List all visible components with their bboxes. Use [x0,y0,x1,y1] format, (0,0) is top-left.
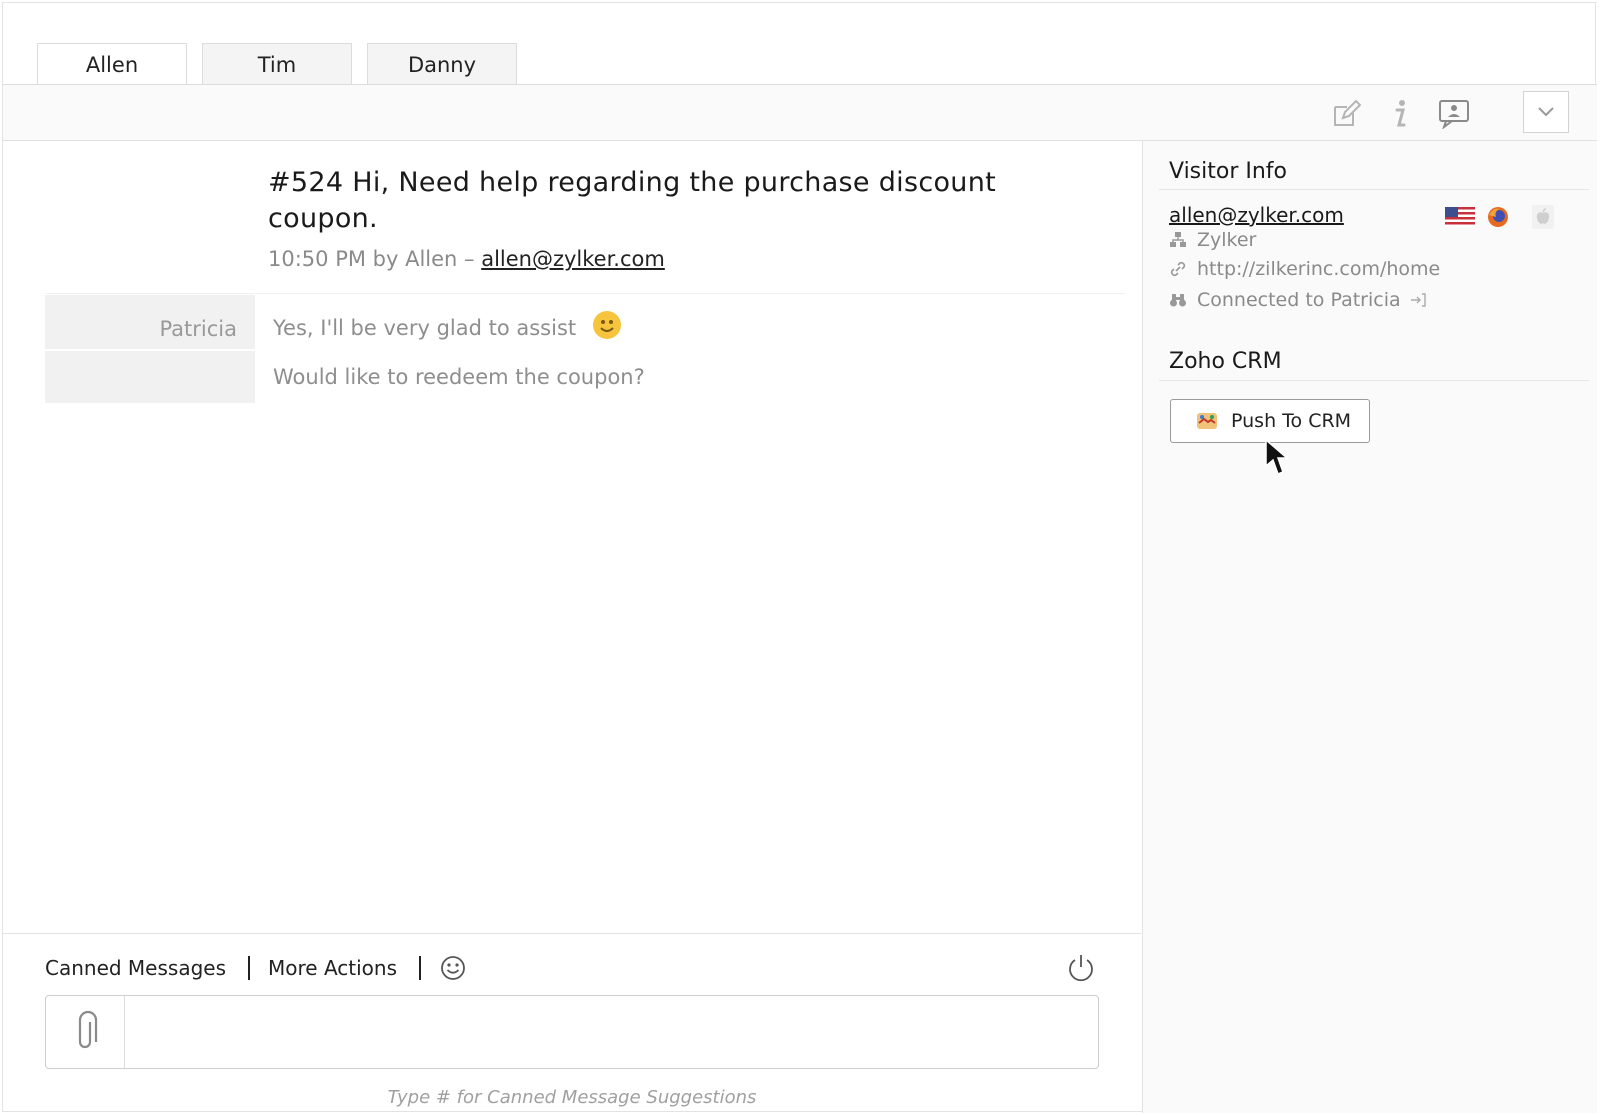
sidebar-divider [1159,189,1589,190]
zoho-crm-heading: Zoho CRM [1169,349,1282,374]
visitor-company: Zylker [1169,229,1256,251]
firefox-browser-icon [1483,205,1513,229]
chat-transcript: #524 Hi, Need help regarding the purchas… [3,141,1141,931]
apple-os-icon [1528,205,1558,229]
info-icon[interactable] [1383,97,1417,131]
tab-tim[interactable]: Tim [202,43,352,85]
push-to-crm-label: Push To CRM [1231,410,1352,432]
visitor-email-link[interactable]: allen@zylker.com [1169,203,1344,227]
sender-cell [45,351,255,403]
chat-bubble-icon[interactable] [1437,97,1471,131]
message-2: Would like to reedeem the coupon? [273,365,645,389]
question-email-link[interactable]: allen@zylker.com [481,247,665,271]
visitor-info-heading: Visitor Info [1169,159,1288,184]
edit-icon[interactable] [1329,97,1363,131]
question-time-author: 10:50 PM by Allen – [268,247,482,271]
link-icon [1170,261,1186,277]
message-input[interactable] [126,996,1096,1068]
composer-actions: Canned Messages More Actions [45,951,467,985]
tab-danny[interactable]: Danny [367,43,517,85]
visitor-url: http://zilkerinc.com/home [1169,258,1440,280]
chat-options-dropdown[interactable] [1523,91,1569,133]
tab-allen[interactable]: Allen [37,43,187,86]
question-title: #524 Hi, Need help regarding the purchas… [268,167,996,234]
separator [419,956,422,980]
crm-handshake-icon [1197,413,1217,429]
chat-toolbar [3,85,1597,141]
composer-divider [3,933,1141,934]
connection-text: Connected to Patricia [1197,289,1401,311]
paperclip-icon [78,1010,98,1049]
visitor-connection: Connected to Patricia [1169,289,1437,311]
smiley-emoji-icon [592,311,621,339]
more-actions-button[interactable]: More Actions [268,956,397,980]
canned-hint: Type # for Canned Message Suggestions [387,1087,757,1108]
transfer-icon[interactable] [1409,292,1427,308]
message-composer [45,995,1099,1069]
canned-messages-button[interactable]: Canned Messages [45,956,226,980]
question-meta: 10:50 PM by Allen – allen@zylker.com [268,247,665,271]
message-1-text: Yes, I'll be very glad to assist [273,316,577,340]
push-to-crm-button[interactable]: Push To CRM [1170,399,1370,443]
attachment-button[interactable] [46,996,125,1068]
message-divider [45,293,1125,294]
visitor-url-text[interactable]: http://zilkerinc.com/home [1197,258,1440,280]
sidebar-divider [1159,380,1589,381]
us-flag-icon [1445,205,1475,229]
app-frame: Allen Tim Danny #524 Hi, Need help regar… [2,2,1597,1113]
visitor-sidebar: Visitor Info allen@zylker.com Zylker htt… [1142,141,1597,1113]
binoculars-icon [1170,294,1186,307]
chevron-down-icon [1538,107,1554,117]
message-1: Yes, I'll be very glad to assist [273,311,621,340]
company-name: Zylker [1197,229,1257,251]
separator [248,956,251,980]
organization-icon [1170,232,1186,247]
end-chat-power-icon[interactable] [1065,952,1097,984]
sender-name: Patricia [45,295,255,349]
emoji-picker-icon[interactable] [439,954,467,982]
